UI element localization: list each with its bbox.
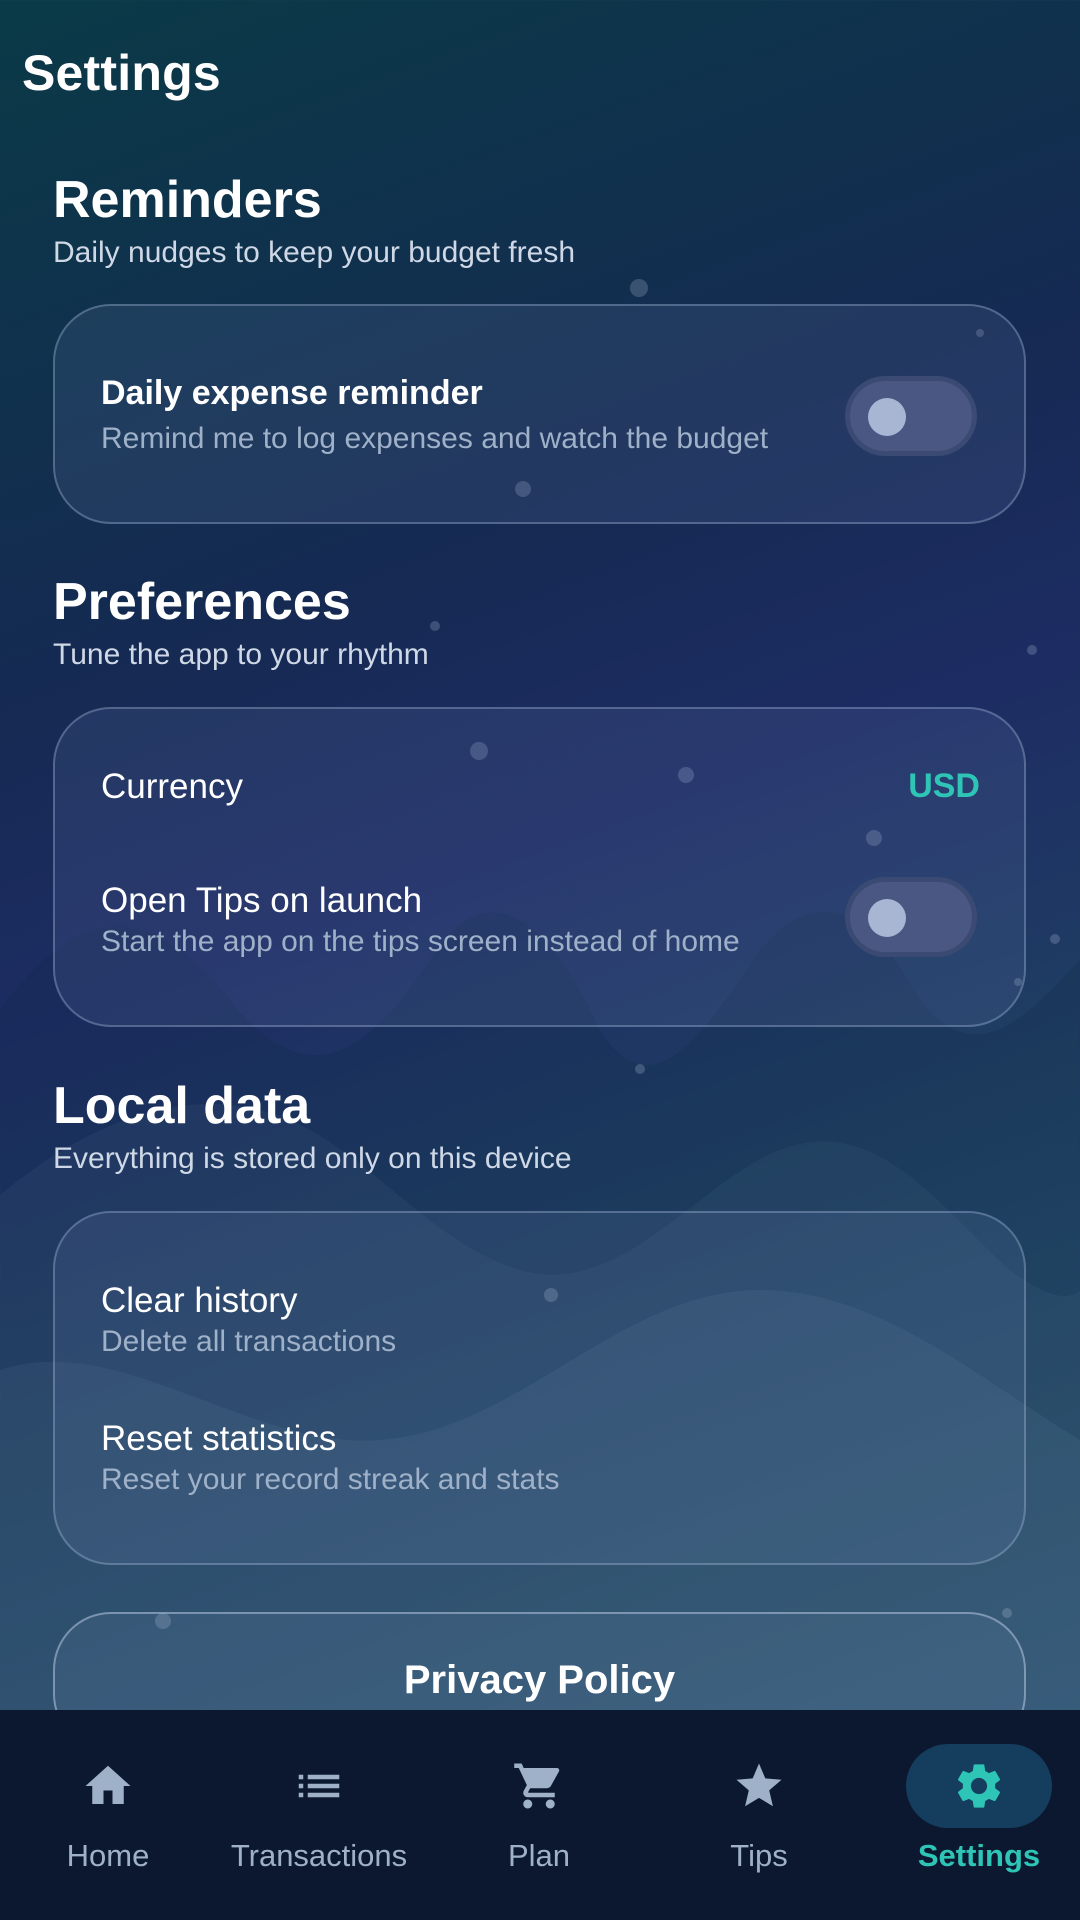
- privacy-policy-label: Privacy Policy: [403, 1658, 676, 1702]
- section-subtitle-reminders: Daily nudges to keep your budget fresh: [53, 236, 575, 269]
- nav-icon-container: [246, 1744, 392, 1828]
- daily-reminder-subtitle: Remind me to log expenses and watch the …: [101, 422, 769, 455]
- reset-stats-subtitle: Reset your record streak and stats: [101, 1463, 560, 1496]
- open-tips-toggle[interactable]: [845, 877, 977, 957]
- nav-item-transactions[interactable]: Transactions: [211, 1710, 427, 1920]
- list-icon: [298, 1774, 340, 1798]
- nav-icon-container: [35, 1744, 181, 1828]
- nav-icon-container: [686, 1744, 832, 1828]
- section-title-preferences: Preferences: [53, 573, 351, 631]
- nav-item-tips[interactable]: Tips: [651, 1710, 867, 1920]
- nav-label-transactions: Transactions: [230, 1838, 408, 1873]
- currency-value: USD: [908, 767, 980, 805]
- cart-icon: [514, 1763, 560, 1809]
- currency-label: Currency: [101, 767, 243, 806]
- section-title-local-data: Local data: [53, 1077, 311, 1135]
- nav-label-plan: Plan: [507, 1838, 571, 1873]
- section-subtitle-local-data: Everything is stored only on this device: [53, 1142, 572, 1175]
- preferences-card: Currency USD Open Tips on launch Start t…: [53, 707, 1026, 1027]
- nav-item-plan[interactable]: Plan: [431, 1710, 647, 1920]
- currency-row[interactable]: Currency USD: [55, 749, 1024, 819]
- nav-icon-container: [906, 1744, 1052, 1828]
- reminders-card: Daily expense reminder Remind me to log …: [53, 304, 1026, 524]
- clear-history-title: Clear history: [101, 1281, 298, 1320]
- clear-history-row[interactable]: Clear history Delete all transactions: [55, 1263, 1024, 1363]
- nav-label-home: Home: [66, 1838, 150, 1873]
- bottom-nav: Home Transactions Plan Tips Settings: [0, 1710, 1080, 1920]
- local-data-card: Clear history Delete all transactions Re…: [53, 1211, 1026, 1565]
- nav-label-settings: Settings: [917, 1838, 1041, 1873]
- daily-reminder-toggle[interactable]: [845, 376, 977, 456]
- nav-item-settings[interactable]: Settings: [871, 1710, 1080, 1920]
- home-icon: [85, 1765, 131, 1804]
- toggle-knob: [868, 398, 906, 436]
- reset-stats-row[interactable]: Reset statistics Reset your record strea…: [55, 1401, 1024, 1501]
- section-title-reminders: Reminders: [53, 171, 322, 229]
- open-tips-subtitle: Start the app on the tips screen instead…: [101, 925, 740, 958]
- page-title: Settings: [22, 45, 221, 101]
- daily-reminder-title: Daily expense reminder: [101, 374, 483, 412]
- nav-icon-container: [466, 1744, 612, 1828]
- gear-icon: [957, 1764, 1001, 1808]
- reset-stats-title: Reset statistics: [101, 1419, 337, 1458]
- clear-history-subtitle: Delete all transactions: [101, 1325, 397, 1358]
- nav-item-home[interactable]: Home: [0, 1710, 216, 1920]
- nav-label-tips: Tips: [730, 1838, 788, 1873]
- open-tips-title: Open Tips on launch: [101, 881, 423, 920]
- toggle-knob: [868, 899, 906, 937]
- star-icon: [736, 1763, 782, 1807]
- section-subtitle-preferences: Tune the app to your rhythm: [53, 638, 429, 671]
